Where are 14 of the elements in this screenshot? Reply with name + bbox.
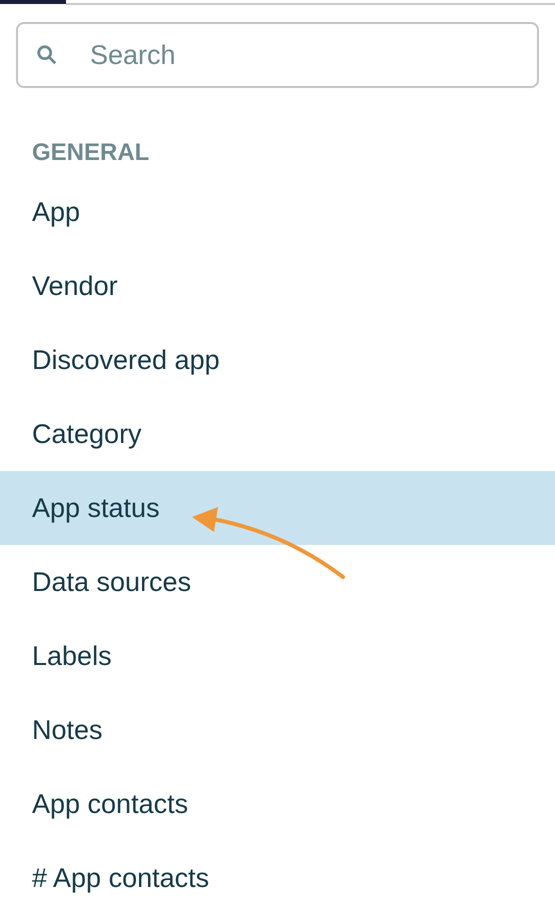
menu-item[interactable]: Data sources <box>0 545 555 619</box>
tab-indicator <box>0 0 66 4</box>
search-field[interactable]: Search <box>16 22 539 88</box>
menu-item[interactable]: Category <box>0 397 555 471</box>
menu-item[interactable]: Discovered app <box>0 323 555 397</box>
search-icon <box>36 44 58 66</box>
menu-item[interactable]: App status <box>0 471 555 545</box>
menu-item[interactable]: App contacts <box>0 767 555 841</box>
menu-item[interactable]: Labels <box>0 619 555 693</box>
menu-item[interactable]: Vendor <box>0 249 555 323</box>
menu-item[interactable]: # App contacts <box>0 841 555 904</box>
menu-item[interactable]: Notes <box>0 693 555 767</box>
section-heading: GENERAL <box>31 138 150 168</box>
menu-item[interactable]: App <box>0 175 555 249</box>
